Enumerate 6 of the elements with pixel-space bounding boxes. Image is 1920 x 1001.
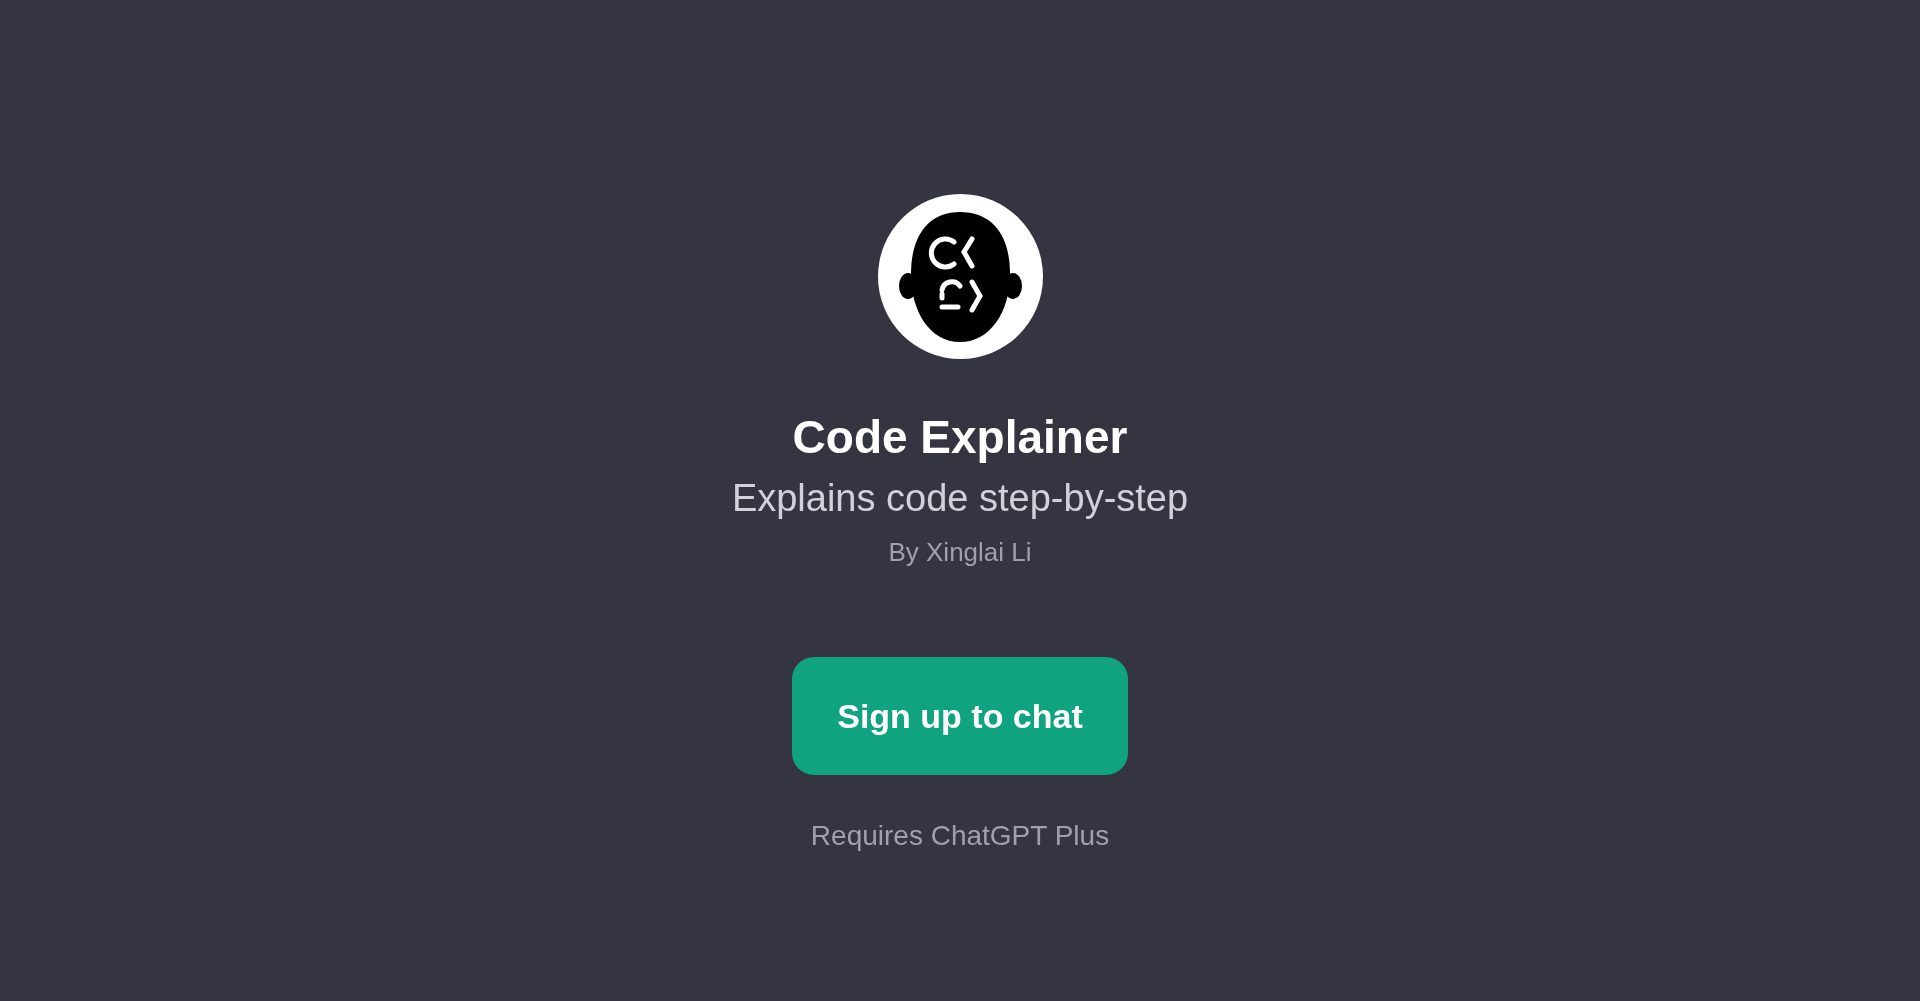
logo-icon	[877, 194, 1043, 359]
author-text: By Xinglai Li	[888, 536, 1032, 569]
sign-up-button[interactable]: Sign up to chat	[792, 657, 1128, 775]
requirement-note: Requires ChatGPT Plus	[810, 819, 1110, 853]
gpt-description: Explains code step-by-step	[731, 476, 1189, 521]
gpt-title: Code Explainer	[792, 410, 1128, 465]
